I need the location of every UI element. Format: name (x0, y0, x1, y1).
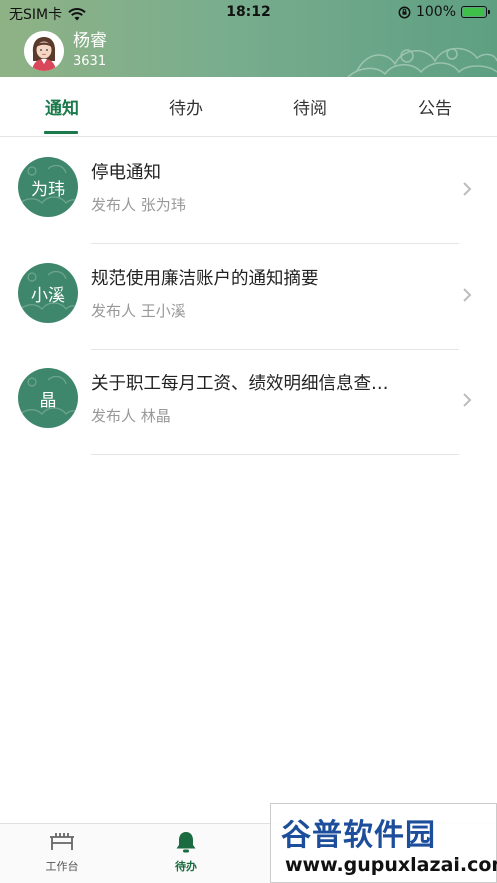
workbench-icon (50, 833, 74, 850)
user-text: 杨睿 3631 (73, 30, 107, 71)
status-right: 100% (398, 4, 490, 20)
tab-todo[interactable]: 待办 (124, 77, 248, 136)
battery-icon (461, 6, 490, 18)
nav-todo-label: 待办 (175, 860, 197, 873)
battery-percent: 100% (415, 4, 456, 20)
status-bar: 无SIM卡 18:12 100% (0, 0, 497, 26)
rotation-lock-icon (398, 6, 411, 18)
app-root: 无SIM卡 18:12 100% 杨睿 3631 通知 待办 待阅 公告 为玮 … (0, 0, 497, 883)
cloud-decoration-icon (347, 47, 497, 77)
user-id: 3631 (73, 54, 107, 69)
notice-item[interactable]: 小溪 规范使用廉洁账户的通知摘要 发布人 王小溪 (0, 244, 497, 350)
nav-workbench-label: 工作台 (45, 860, 79, 873)
notice-title: 规范使用廉洁账户的通知摘要 (91, 269, 319, 289)
notice-item[interactable]: 为玮 停电通知 发布人 张为玮 (0, 138, 497, 244)
chevron-right-icon (463, 288, 472, 302)
chevron-right-icon (463, 393, 472, 407)
publisher-avatar-text: 小溪 (31, 285, 65, 306)
tab-announcement[interactable]: 公告 (373, 77, 497, 136)
active-tab-indicator (44, 131, 78, 134)
publisher-avatar-text: 为玮 (31, 179, 65, 200)
notice-item[interactable]: 晶 关于职工每月工资、绩效明细信息查… 发布人 林晶 (0, 349, 497, 455)
notice-publisher: 发布人 张为玮 (91, 196, 186, 214)
header: 无SIM卡 18:12 100% 杨睿 3631 (0, 0, 497, 77)
tab-bar: 通知 待办 待阅 公告 (0, 77, 497, 137)
watermark-logo: 谷普软件园 www.gupuxlazai.com (270, 803, 497, 883)
chevron-right-icon (463, 182, 472, 196)
publisher-avatar: 为玮 (18, 157, 78, 217)
notice-title: 停电通知 (91, 163, 161, 183)
avatar[interactable] (24, 30, 64, 71)
watermark-url: www.gupuxlazai.com (285, 854, 497, 876)
notice-title: 关于职工每月工资、绩效明细信息查… (91, 374, 389, 394)
notice-publisher: 发布人 林晶 (91, 407, 171, 425)
nav-workbench[interactable]: 工作台 (22, 830, 102, 874)
user-info[interactable]: 杨睿 3631 (24, 30, 107, 71)
notice-publisher: 发布人 王小溪 (91, 302, 186, 320)
watermark-title: 谷普软件园 (281, 818, 436, 853)
publisher-avatar: 晶 (18, 368, 78, 428)
tab-to-read[interactable]: 待阅 (248, 77, 372, 136)
publisher-avatar-text: 晶 (39, 390, 57, 411)
avatar-image-icon (24, 30, 64, 71)
bell-icon (176, 832, 196, 853)
tab-notice[interactable]: 通知 (0, 77, 124, 136)
nav-todo[interactable]: 待办 (146, 830, 226, 874)
user-name: 杨睿 (73, 31, 107, 51)
divider (91, 454, 459, 455)
publisher-avatar: 小溪 (18, 263, 78, 323)
